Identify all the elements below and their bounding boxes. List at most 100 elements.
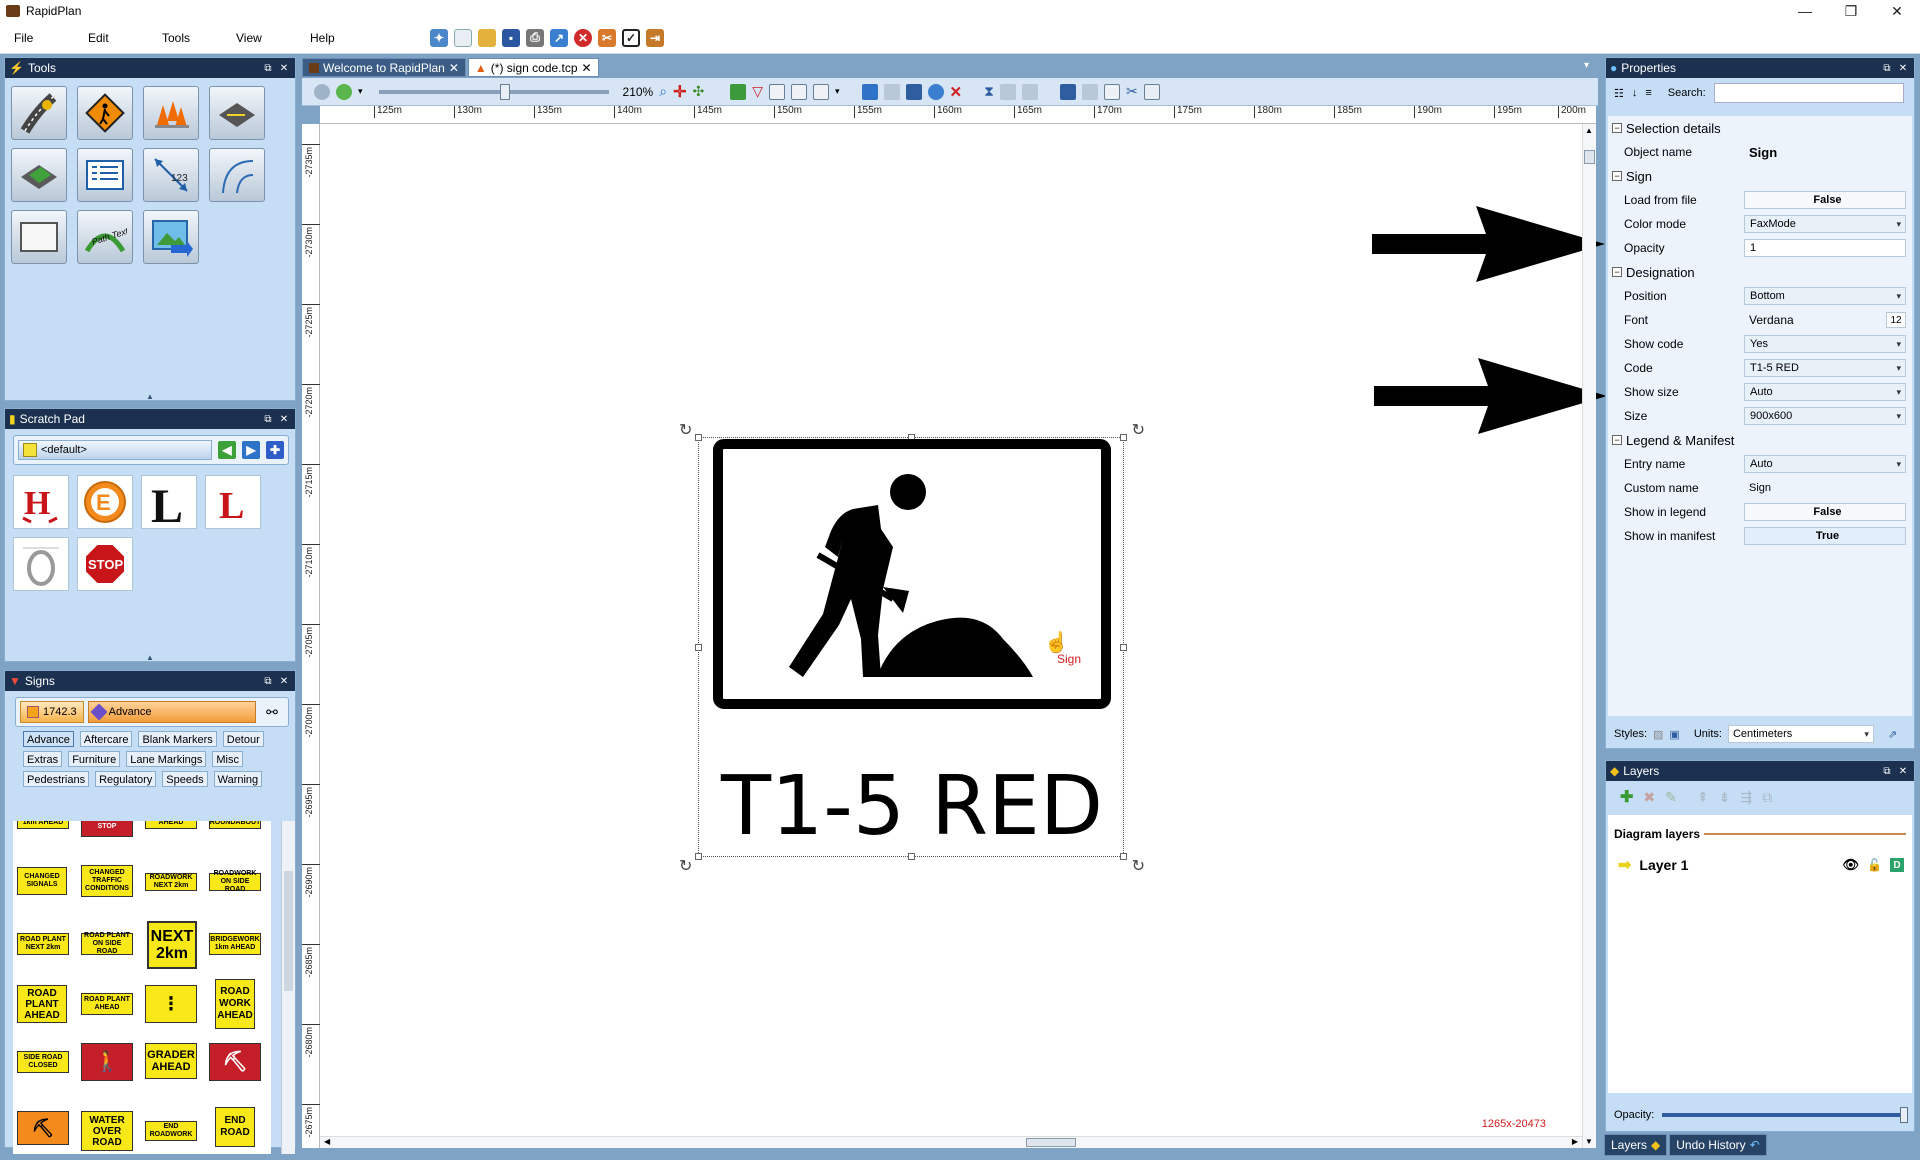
new-document-icon[interactable] [454, 28, 472, 47]
rectangle-tool-button[interactable] [11, 210, 67, 264]
sign-tab-speeds[interactable]: Speeds [162, 771, 208, 787]
opacity-stepper[interactable]: 1 [1744, 239, 1906, 257]
properties-search-input[interactable] [1713, 83, 1904, 103]
bring-front-icon[interactable] [861, 83, 878, 100]
show-code-select[interactable]: Yes [1744, 335, 1906, 353]
area-tool-button[interactable] [11, 148, 67, 202]
sign-item[interactable]: SIDE ROAD CLOSED [17, 1051, 69, 1073]
resize-handle[interactable] [1120, 644, 1127, 651]
drawing-canvas[interactable]: ↻ ↻ ↻ ↻ T1-5 RED ☝ Sign 1265x-20473 [320, 124, 1607, 1142]
menu-view[interactable]: View [228, 31, 296, 45]
flip-icon[interactable]: ⧗ [984, 83, 994, 100]
delete-layer-icon[interactable]: ✖ [1643, 789, 1655, 806]
tab-layers[interactable]: Layers ◆ [1604, 1134, 1668, 1156]
resize-handle[interactable] [695, 434, 702, 441]
save-icon[interactable]: ▪ [502, 28, 520, 47]
category-designation[interactable]: − Designation [1608, 260, 1912, 284]
sign-item[interactable]: ROAD PLANT AHEAD [81, 993, 133, 1015]
globe-icon[interactable] [314, 83, 330, 100]
scratch-item-l-red[interactable]: L [205, 475, 261, 529]
sign-item[interactable]: ROADWORK ON SIDE ROAD [209, 870, 261, 893]
panel-close-icon[interactable]: ✕ [1896, 764, 1910, 778]
sign-item[interactable]: ROAD PLANT ON SIDE ROAD [81, 932, 133, 955]
property-pages-icon[interactable]: ≡ [1645, 87, 1651, 99]
layer-row[interactable]: ➡ Layer 1 👁 🔓 D [1618, 855, 1904, 875]
tab-close-icon[interactable]: ✕ [449, 61, 459, 75]
panel-close-icon[interactable]: ✕ [277, 412, 291, 426]
signs-scrollbar[interactable] [281, 821, 295, 1154]
alphabetical-sort-icon[interactable]: ↓ [1632, 87, 1638, 99]
tab-close-icon[interactable]: ✕ [582, 61, 592, 75]
scratch-item-zero[interactable] [13, 537, 69, 591]
resize-handle[interactable] [908, 853, 915, 860]
exit-icon[interactable]: ⇥ [646, 28, 664, 47]
tab-undo-history[interactable]: Undo History ↶ [1669, 1134, 1767, 1156]
sign-item[interactable]: BRIDGEWORK 1km AHEAD [209, 933, 261, 955]
selected-sign[interactable]: ↻ ↻ ↻ ↻ T1-5 RED ☝ Sign [679, 422, 1145, 875]
custom-name-field[interactable]: Sign [1744, 479, 1906, 497]
crosshair-icon[interactable]: ✛ [673, 82, 686, 102]
undo-icon[interactable] [1059, 83, 1076, 100]
default-layer-icon[interactable]: D [1890, 858, 1904, 872]
categorized-sort-icon[interactable]: ☷ [1614, 87, 1624, 100]
sign-item[interactable]: ROAD PLANT NEXT 2km [17, 933, 69, 955]
zoom-slider[interactable] [378, 83, 609, 100]
resize-handle[interactable] [695, 853, 702, 860]
sign-tab-aftercare[interactable]: Aftercare [79, 731, 133, 747]
new-wizard-icon[interactable]: ✦ [430, 28, 448, 47]
position-select[interactable]: Bottom [1744, 287, 1906, 305]
move-layer-up-icon[interactable]: ⇞ [1697, 789, 1709, 806]
size-select[interactable]: 900x600 [1744, 407, 1906, 425]
tabs-dropdown-icon[interactable]: ▾ [1584, 60, 1589, 71]
group-icon[interactable] [905, 83, 922, 100]
sign-item[interactable]: CHANGED SIGNALS [17, 867, 67, 895]
page-dropdown-icon[interactable]: ▾ [835, 86, 840, 97]
resize-handle[interactable] [695, 644, 702, 651]
tab-welcome[interactable]: Welcome to RapidPlan ✕ [302, 58, 466, 77]
sign-tab-regulatory[interactable]: Regulatory [95, 771, 157, 787]
sign-item[interactable]: WATER OVER ROAD [81, 1111, 133, 1151]
sign-tab-lane-markings[interactable]: Lane Markings [126, 751, 207, 767]
cones-tool-button[interactable] [143, 86, 199, 140]
sign-item[interactable]: NEXT 2km [147, 921, 197, 969]
scroll-thumb[interactable] [1026, 1138, 1076, 1147]
pin-icon[interactable]: ⧉ [261, 674, 275, 688]
scratch-pad-grip[interactable]: ▲ [5, 654, 295, 662]
send-back-icon[interactable] [883, 83, 900, 100]
signs-category-selector[interactable]: Advance [87, 701, 256, 723]
sign-item[interactable]: END ROAD [215, 1107, 255, 1147]
distribute-icon[interactable] [1021, 83, 1038, 100]
pin-icon[interactable]: ⧉ [1880, 61, 1894, 75]
panel-close-icon[interactable]: ✕ [1896, 61, 1910, 75]
menu-file[interactable]: File [6, 31, 74, 45]
checkbox-icon[interactable]: ✓ [622, 28, 640, 47]
roadwork-sign-red-icon[interactable]: ⛏ [209, 1043, 261, 1081]
open-folder-icon[interactable] [478, 28, 496, 47]
cut-icon[interactable]: ✂ [1126, 83, 1138, 100]
sign-tab-pedestrians[interactable]: Pedestrians [23, 771, 90, 787]
legend-tool-button[interactable] [77, 148, 133, 202]
north-arrow-icon[interactable]: ✣ [692, 83, 704, 100]
zoom-search-icon[interactable]: ⌕ [659, 83, 667, 100]
resize-handle[interactable] [1120, 434, 1127, 441]
path-text-tool-button[interactable]: Path Text [77, 210, 133, 264]
category-legend-manifest[interactable]: − Legend & Manifest [1608, 428, 1912, 452]
scroll-right-icon[interactable]: ▶ [1572, 1137, 1578, 1146]
paste-icon[interactable] [1143, 83, 1160, 100]
collapse-icon[interactable]: − [1612, 123, 1622, 133]
rotate-handle-icon[interactable]: ↻ [1132, 420, 1145, 440]
sign-item[interactable]: ROUNDABOUT [209, 821, 261, 829]
scratch-item-h-sign[interactable]: H [13, 475, 69, 529]
scratch-item-e-sign[interactable]: E [77, 475, 133, 529]
maximize-button[interactable]: ❐ [1828, 0, 1874, 22]
rotate-handle-icon[interactable]: ↻ [1132, 856, 1145, 876]
lane-tool-button[interactable] [209, 86, 265, 140]
page-icon[interactable] [813, 83, 829, 100]
sign-tab-warning[interactable]: Warning [213, 771, 263, 787]
rotate-icon[interactable] [927, 83, 944, 100]
worker-sign-red-icon[interactable]: 🚶 [81, 1043, 133, 1081]
map-icon[interactable] [336, 83, 352, 100]
move-layer-down-icon[interactable]: ⇟ [1719, 789, 1731, 806]
scroll-up-icon[interactable]: ▲ [1585, 126, 1593, 135]
traffic-lights-sign-icon[interactable]: ⁝ [145, 985, 197, 1023]
